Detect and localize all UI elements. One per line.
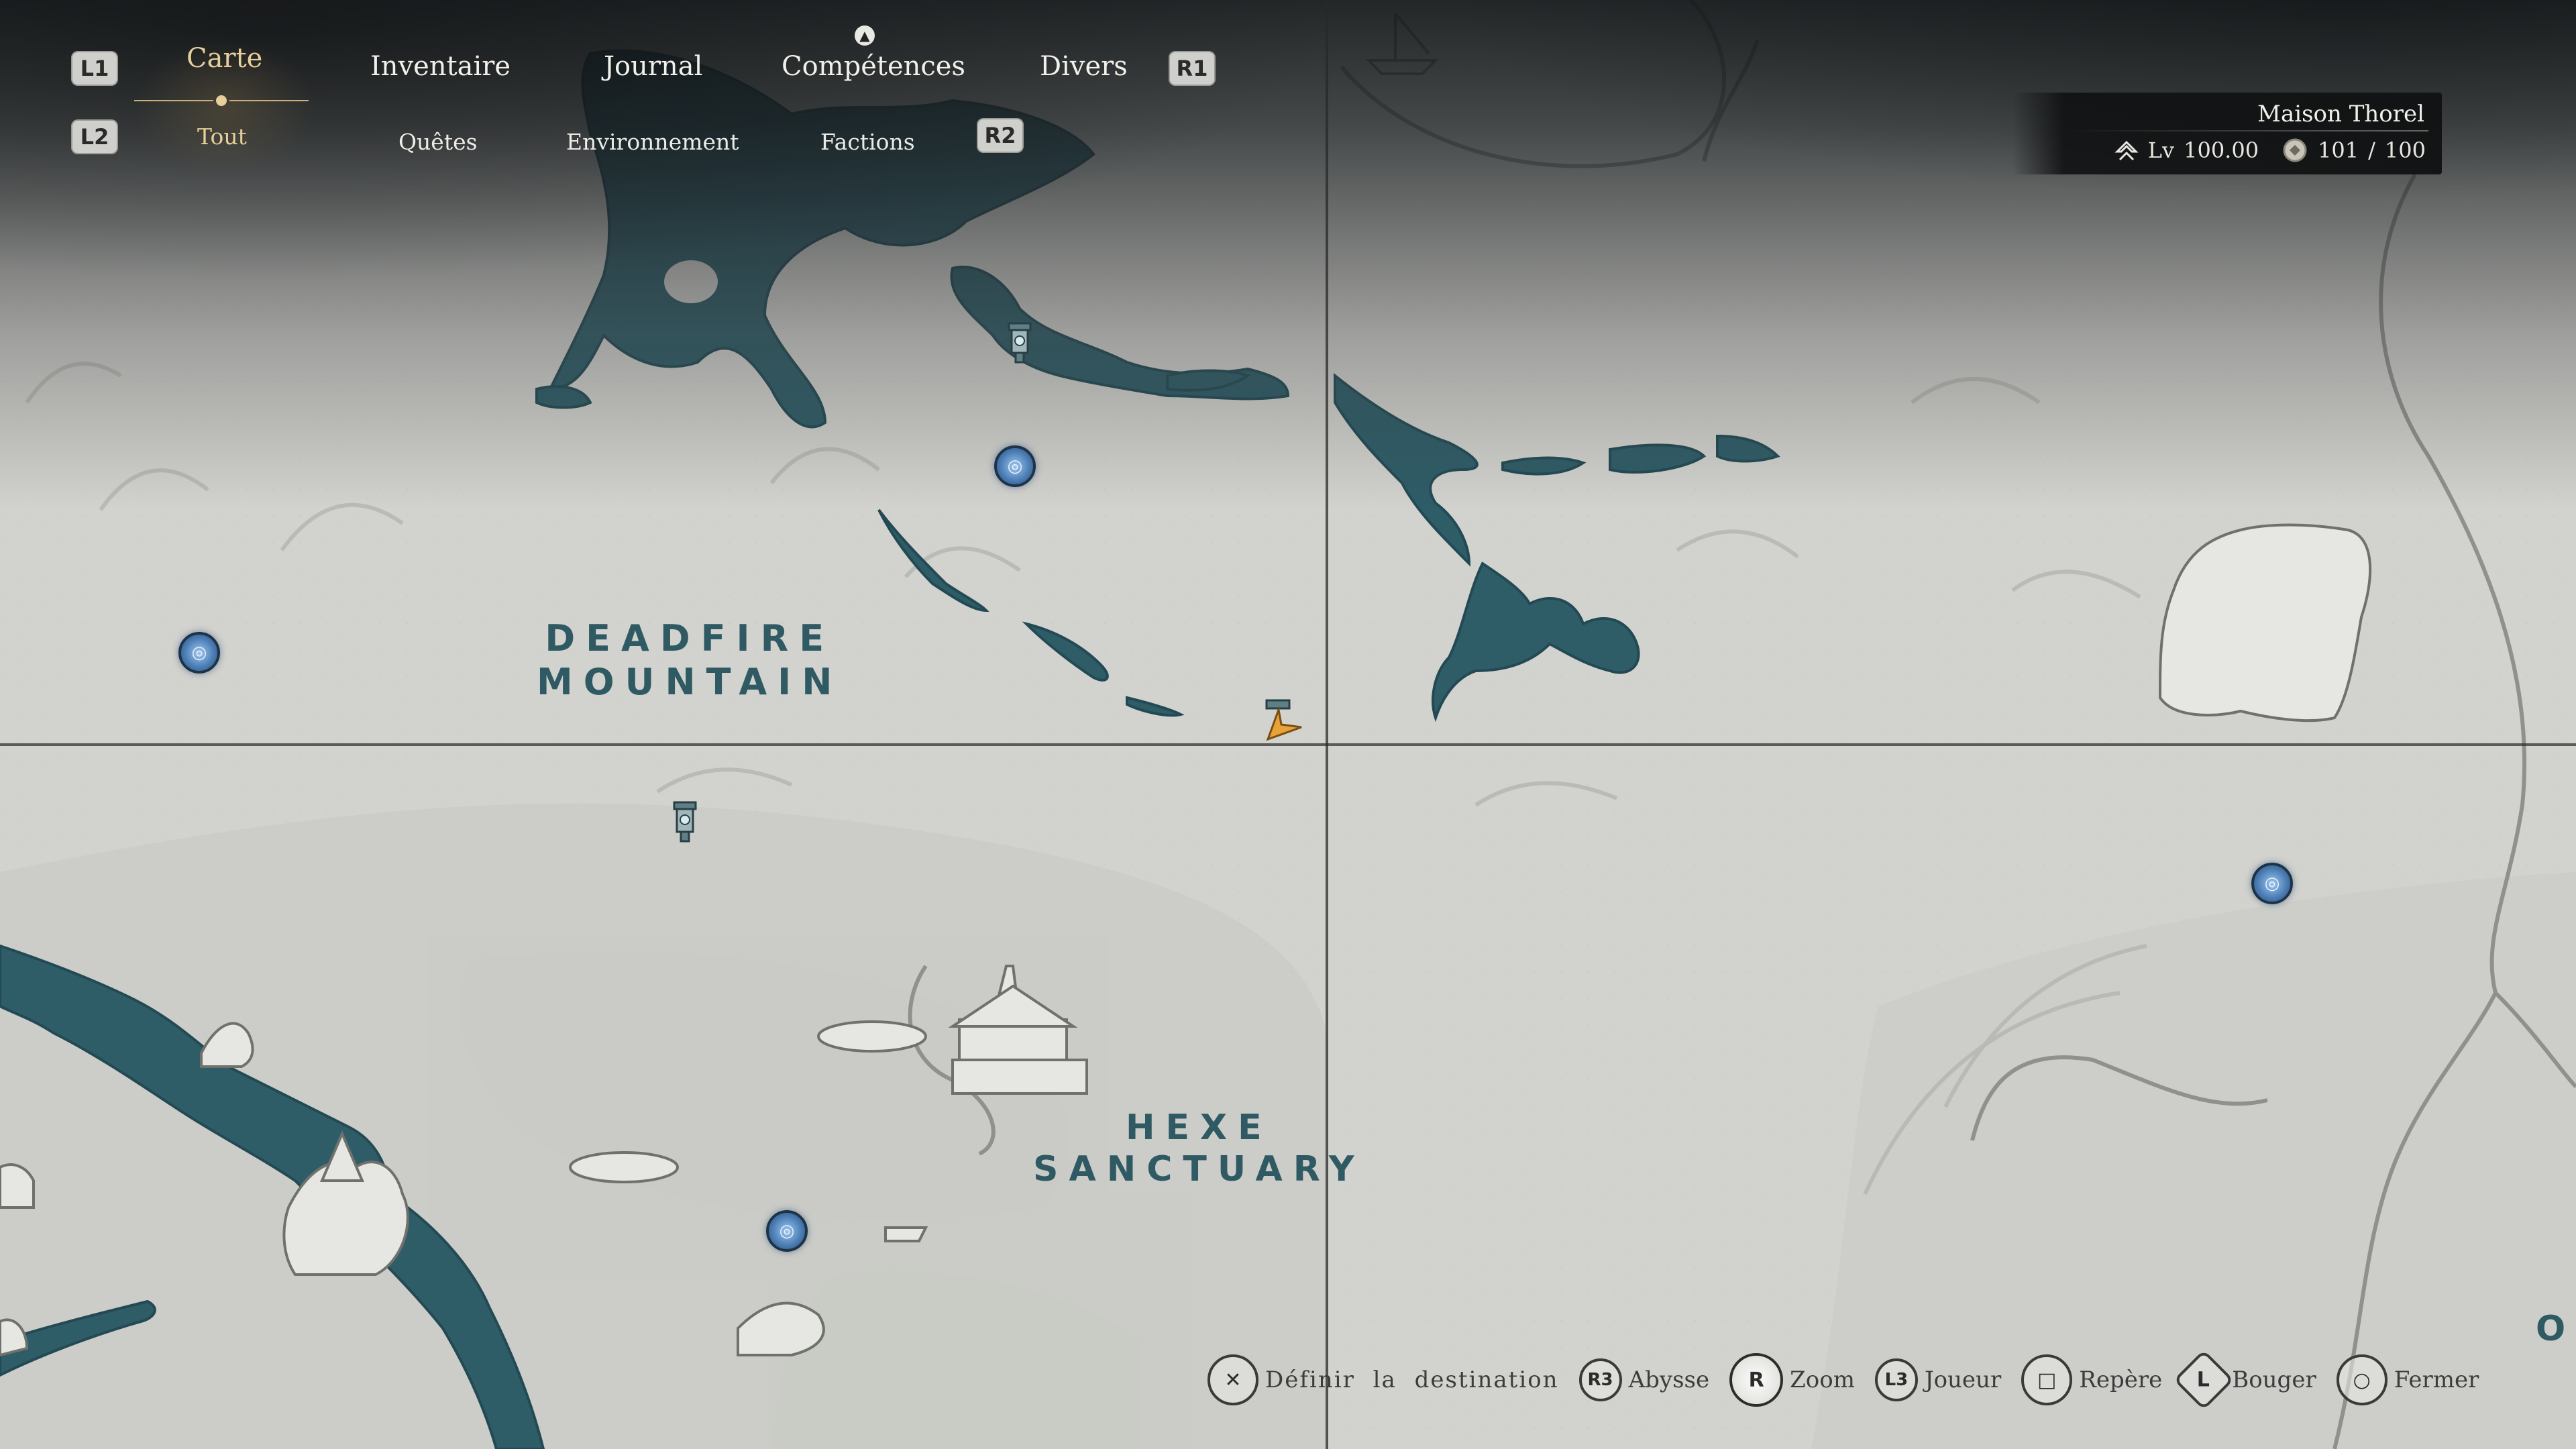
crosshair-vertical — [1326, 0, 1328, 1449]
l3-stick-icon: L3 — [1874, 1358, 1918, 1401]
active-tab-ornament-icon — [134, 95, 309, 106]
subtab-quetes[interactable]: Quêtes — [398, 129, 478, 155]
hint-player[interactable]: L3 Joueur — [1874, 1358, 2002, 1401]
region-label-line: SANCTUARY — [1033, 1149, 1365, 1190]
fast-travel-marker-icon[interactable]: ◎ — [766, 1210, 808, 1252]
subtab-environnement[interactable]: Environnement — [566, 129, 739, 155]
shrine-marker-icon[interactable] — [672, 800, 698, 844]
circle-button-icon: ○ — [2336, 1354, 2387, 1405]
region-label-line: MOUNTAIN — [537, 660, 843, 703]
world-map-screen: DEADFIRE MOUNTAIN HEXE SANCTUARY O ◎ ◎ ◎… — [0, 0, 2576, 1449]
r-stick-zoom-icon: R — [1729, 1353, 1784, 1407]
triangle-button-icon: ▲ — [855, 25, 875, 46]
region-label-deadfire-mountain: DEADFIRE MOUNTAIN — [537, 617, 843, 704]
square-button-icon: □ — [2021, 1354, 2073, 1405]
tab-journal[interactable]: Journal — [604, 51, 702, 82]
l1-button-icon[interactable]: L1 — [71, 51, 118, 86]
tab-carte[interactable]: Carte — [186, 43, 262, 74]
region-label-hexe-sanctuary: HEXE SANCTUARY — [1033, 1107, 1365, 1191]
count-max: 100 — [2384, 138, 2426, 163]
hint-label: Fermer — [2394, 1366, 2479, 1393]
hint-label: Repère — [2079, 1366, 2163, 1393]
control-hints-bar: ✕ Définir la destination R3 Abysse R Zoo… — [1208, 1349, 2479, 1411]
region-label-line: HEXE — [1125, 1108, 1273, 1148]
l-stick-letter: L — [2197, 1368, 2210, 1392]
region-label-line: O — [2536, 1309, 2566, 1349]
fast-travel-marker-icon[interactable]: ◎ — [178, 632, 220, 674]
subtab-factions[interactable]: Factions — [820, 129, 915, 155]
fast-travel-marker-icon[interactable]: ◎ — [2251, 863, 2293, 904]
tab-inventaire[interactable]: Inventaire — [370, 51, 511, 82]
rank-chevron-icon — [2114, 140, 2139, 161]
l2-button-icon[interactable]: L2 — [71, 119, 118, 154]
hint-label: Zoom — [1790, 1366, 1855, 1393]
hint-set-destination[interactable]: ✕ Définir la destination — [1208, 1354, 1559, 1405]
hint-move[interactable]: L Bouger — [2173, 1349, 2316, 1411]
fast-travel-marker-icon[interactable]: ◎ — [994, 445, 1036, 487]
hint-label: Définir la destination — [1265, 1366, 1559, 1393]
r3-stick-icon: R3 — [1578, 1358, 1622, 1401]
tab-divers[interactable]: Divers — [1040, 51, 1128, 82]
shrine-marker-icon[interactable] — [1006, 321, 1033, 365]
level-value: 100.00 — [2184, 138, 2259, 163]
info-divider — [2066, 130, 2428, 131]
count-separator: / — [2368, 138, 2375, 163]
hint-label: Bouger — [2232, 1366, 2316, 1393]
hint-zoom[interactable]: R Zoom — [1729, 1353, 1855, 1407]
r1-button-icon[interactable]: R1 — [1169, 51, 1216, 86]
hint-marker[interactable]: □ Repère — [2021, 1354, 2162, 1405]
location-stats: Lv 100.00 101 / 100 — [2114, 137, 2426, 164]
l-stick-icon: L — [2173, 1349, 2235, 1411]
location-name: Maison Thorel — [2257, 101, 2424, 127]
subtab-tout[interactable]: Tout — [197, 123, 247, 150]
player-location-arrow-icon[interactable] — [1261, 698, 1308, 745]
level-label: Lv — [2147, 138, 2175, 163]
tab-competences[interactable]: Compétences — [782, 51, 965, 82]
location-info-panel: Maison Thorel Lv 100.00 101 / 100 — [2012, 93, 2442, 174]
hint-close[interactable]: ○ Fermer — [2336, 1354, 2479, 1405]
hint-label: Joueur — [1924, 1366, 2002, 1393]
cross-button-icon: ✕ — [1208, 1354, 1258, 1405]
count-value: 101 — [2318, 138, 2359, 163]
hint-label: Abysse — [1628, 1366, 1710, 1393]
r2-button-icon[interactable]: R2 — [977, 118, 1024, 153]
region-label-edge-fragment: O — [2536, 1308, 2565, 1350]
region-label-line: DEADFIRE — [545, 617, 835, 659]
hint-abyss[interactable]: R3 Abysse — [1578, 1358, 1710, 1401]
seal-icon — [2283, 138, 2307, 162]
